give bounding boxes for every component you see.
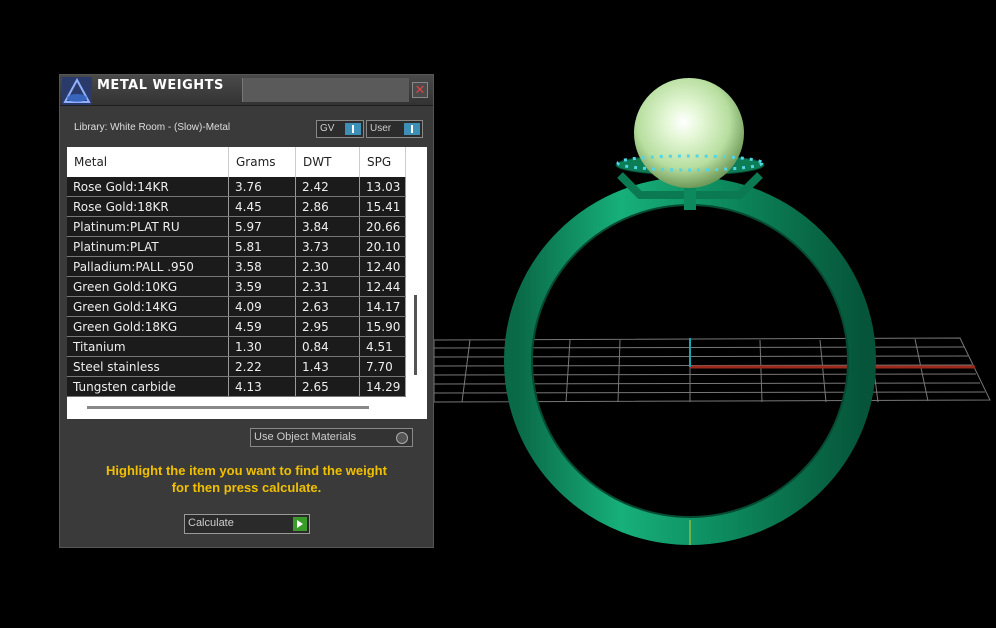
table-cell: 4.13: [228, 376, 296, 397]
table-cell: Green Gold:10KG: [67, 276, 229, 297]
table-row[interactable]: Green Gold:10KG 3.59 2.31 12.44: [67, 276, 406, 297]
table-cell: 1.30: [228, 336, 296, 357]
table-cell: 2.42: [295, 177, 360, 197]
table-cell: 4.45: [228, 196, 296, 217]
table-cell: 14.29: [359, 376, 406, 397]
table-cell: 0.84: [295, 336, 360, 357]
table-cell: 7.70: [359, 356, 406, 377]
calculate-button[interactable]: Calculate: [184, 514, 310, 534]
table-cell: 15.41: [359, 196, 406, 217]
table-cell: 2.65: [295, 376, 360, 397]
table-row[interactable]: Rose Gold:14KR 3.76 2.42 13.03: [67, 177, 406, 197]
instruction-text: Highlight the item you want to find the …: [106, 463, 387, 495]
table-cell: Platinum:PLAT RU: [67, 216, 229, 237]
table-cell: 3.76: [228, 177, 296, 197]
table-cell: Green Gold:18KG: [67, 316, 229, 337]
user-toggle[interactable]: User: [366, 120, 423, 138]
table-row[interactable]: Green Gold:18KG 4.59 2.95 15.90: [67, 316, 406, 337]
table-cell: 20.10: [359, 236, 406, 257]
table-cell: 5.97: [228, 216, 296, 237]
table-cell: 15.90: [359, 316, 406, 337]
table-row[interactable]: Platinum:PLAT 5.81 3.73 20.10: [67, 236, 406, 257]
title-bar-tab: [243, 78, 409, 102]
toggle-knob-icon: [404, 123, 420, 135]
table-cell: 2.63: [295, 296, 360, 317]
table-cell: 2.95: [295, 316, 360, 337]
horizontal-scrollbar[interactable]: [87, 406, 369, 409]
use-object-materials-option[interactable]: Use Object Materials: [250, 428, 413, 447]
table-cell: 4.59: [228, 316, 296, 337]
table-cell: Titanium: [67, 336, 229, 357]
table-cell: 3.59: [228, 276, 296, 297]
metal-table[interactable]: Metal Grams DWT SPG Rose Gold:14KR 3.76 2.…: [67, 147, 427, 419]
table-cell: Steel stainless: [67, 356, 229, 377]
table-cell: Rose Gold:18KR: [67, 196, 229, 217]
play-arrow-icon: [293, 517, 307, 531]
table-row[interactable]: Palladium:PALL .950 3.58 2.30 12.40: [67, 256, 406, 277]
window-title: METAL WEIGHTS: [97, 78, 224, 93]
table-cell: 3.58: [228, 256, 296, 277]
metal-weights-panel: METAL WEIGHTS ✕ Library: White Room - (S…: [59, 74, 434, 548]
table-row[interactable]: Titanium 1.30 0.84 4.51: [67, 336, 406, 357]
table-cell: 4.09: [228, 296, 296, 317]
table-cell: Rose Gold:14KR: [67, 177, 229, 197]
table-cell: 2.86: [295, 196, 360, 217]
title-bar[interactable]: METAL WEIGHTS ✕: [60, 75, 433, 106]
table-cell: 3.73: [295, 236, 360, 257]
table-cell: Palladium:PALL .950: [67, 256, 229, 277]
table-cell: Green Gold:14KG: [67, 296, 229, 317]
table-cell: 14.17: [359, 296, 406, 317]
column-header-grams[interactable]: Grams: [228, 147, 296, 177]
table-row[interactable]: Steel stainless 2.22 1.43 7.70: [67, 356, 406, 377]
pearl-setting: [615, 78, 765, 210]
table-row[interactable]: Tungsten carbide 4.13 2.65 14.29: [67, 376, 406, 397]
column-header-metal[interactable]: Metal: [67, 147, 229, 177]
table-cell: 5.81: [228, 236, 296, 257]
table-cell: 1.43: [295, 356, 360, 377]
close-icon[interactable]: ✕: [412, 82, 428, 98]
table-cell: 12.44: [359, 276, 406, 297]
table-row[interactable]: Rose Gold:18KR 4.45 2.86 15.41: [67, 196, 406, 217]
table-cell: 2.31: [295, 276, 360, 297]
toggle-knob-icon: [345, 123, 361, 135]
table-cell: 13.03: [359, 177, 406, 197]
app-logo-icon: [62, 77, 92, 105]
column-header-spg[interactable]: SPG: [359, 147, 406, 177]
table-cell: 2.30: [295, 256, 360, 277]
table-cell: 3.84: [295, 216, 360, 237]
table-cell: Platinum:PLAT: [67, 236, 229, 257]
table-cell: 20.66: [359, 216, 406, 237]
pearl: [634, 78, 744, 188]
table-row[interactable]: Platinum:PLAT RU 5.97 3.84 20.66: [67, 216, 406, 237]
library-label: Library: White Room - (Slow)-Metal: [74, 122, 231, 133]
vertical-scrollbar[interactable]: [414, 295, 417, 375]
table-cell: 4.51: [359, 336, 406, 357]
radio-icon[interactable]: [396, 432, 408, 444]
table-row[interactable]: Green Gold:14KG 4.09 2.63 14.17: [67, 296, 406, 317]
column-header-dwt[interactable]: DWT: [295, 147, 360, 177]
table-cell: Tungsten carbide: [67, 376, 229, 397]
table-cell: 2.22: [228, 356, 296, 377]
table-cell: 12.40: [359, 256, 406, 277]
gv-toggle[interactable]: GV: [316, 120, 364, 138]
